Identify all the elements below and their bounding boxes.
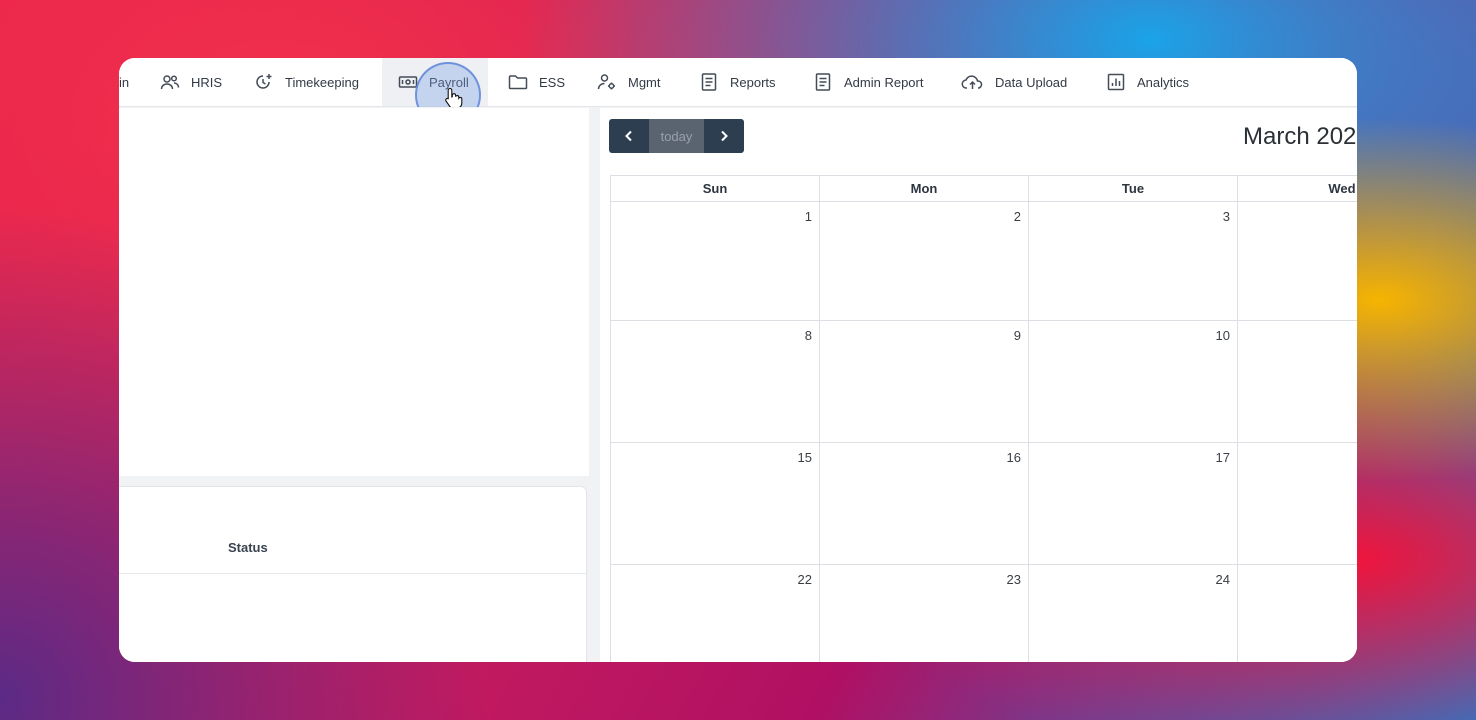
nav-item-label: ESS [539,74,566,90]
calendar-day-cell[interactable]: 17 [1028,442,1238,565]
calendar-day-cell[interactable]: 2 [819,201,1029,321]
calendar-day-cell[interactable]: 16 [819,442,1029,565]
day-number: 1 [804,209,812,224]
nav-item-data-upload[interactable]: Data Upload [961,58,1067,106]
calendar-day-cell[interactable]: 24 [1028,564,1238,662]
weekday-header: Tue [1028,175,1238,202]
nav-item-main[interactable]: in [119,58,129,106]
clock-plus-icon [254,72,274,92]
nav-item-ess[interactable]: ESS [508,58,565,106]
nav-item-mgmt[interactable]: Mgmt [597,58,661,106]
main-content: Status today March 202 Sun Mon Tue Wed 1 [119,107,1357,662]
weekday-header: Wed [1237,175,1357,202]
calendar-day-cell[interactable] [1237,320,1357,443]
calendar-day-cell[interactable]: 10 [1028,320,1238,443]
day-number: 24 [1215,572,1230,587]
nav-item-label: Timekeeping [285,74,359,90]
user-gear-icon [597,72,617,92]
day-number: 15 [797,450,812,465]
top-nav: in HRIS Timekeeping Payroll ESS Mgmt Rep… [119,58,1357,128]
nav-item-admin-report[interactable]: Admin Report [813,58,923,106]
nav-item-label: HRIS [191,74,223,90]
bar-chart-icon [1106,72,1126,92]
calendar-day-cell[interactable]: 8 [610,320,820,443]
today-button[interactable]: today [649,119,704,153]
calendar-day-cell[interactable]: 23 [819,564,1029,662]
folder-icon [508,72,528,92]
status-column-header: Status [228,540,268,555]
day-number: 23 [1006,572,1021,587]
day-number: 8 [804,328,812,343]
people-icon [160,72,180,92]
calendar-day-cell[interactable] [1237,201,1357,321]
day-number: 3 [1222,209,1230,224]
nav-item-label: Reports [730,74,776,90]
nav-item-hris[interactable]: HRIS [160,58,222,106]
calendar-day-cell[interactable] [1237,442,1357,565]
document-icon [699,72,719,92]
nav-item-timekeeping[interactable]: Timekeeping [254,58,359,106]
calendar-nav: today [609,119,744,153]
day-number: 9 [1013,328,1021,343]
nav-item-label: Data Upload [995,74,1068,90]
chevron-left-icon [625,130,632,142]
top-left-panel [119,108,589,476]
nav-item-reports[interactable]: Reports [699,58,776,106]
day-number: 2 [1013,209,1021,224]
weekday-header: Mon [819,175,1029,202]
calendar-day-cell[interactable]: 3 [1028,201,1238,321]
day-number: 17 [1215,450,1230,465]
table-header-divider [119,573,586,574]
day-number: 22 [797,572,812,587]
nav-item-label: Mgmt [628,74,661,90]
calendar-day-cell[interactable]: 15 [610,442,820,565]
nav-item-label: Admin Report [844,74,924,90]
cloud-upload-icon [961,72,984,92]
nav-item-label: in [119,74,130,90]
calendar: today March 202 Sun Mon Tue Wed 1 2 3 8 … [600,108,1357,662]
day-number: 10 [1215,328,1230,343]
nav-item-label: Analytics [1137,74,1190,90]
next-month-button[interactable] [704,119,744,153]
document-icon [813,72,833,92]
calendar-day-cell[interactable]: 1 [610,201,820,321]
table-panel: Status [119,486,587,662]
prev-month-button[interactable] [609,119,649,153]
weekday-header: Sun [610,175,820,202]
calendar-title: March 202 [1243,123,1357,150]
day-number: 16 [1006,450,1021,465]
nav-item-analytics[interactable]: Analytics [1106,58,1189,106]
app-window: in HRIS Timekeeping Payroll ESS Mgmt Rep… [119,58,1357,662]
calendar-day-cell[interactable]: 22 [610,564,820,662]
calendar-day-cell[interactable]: 9 [819,320,1029,443]
calendar-day-cell[interactable] [1237,564,1357,662]
chevron-right-icon [721,130,728,142]
